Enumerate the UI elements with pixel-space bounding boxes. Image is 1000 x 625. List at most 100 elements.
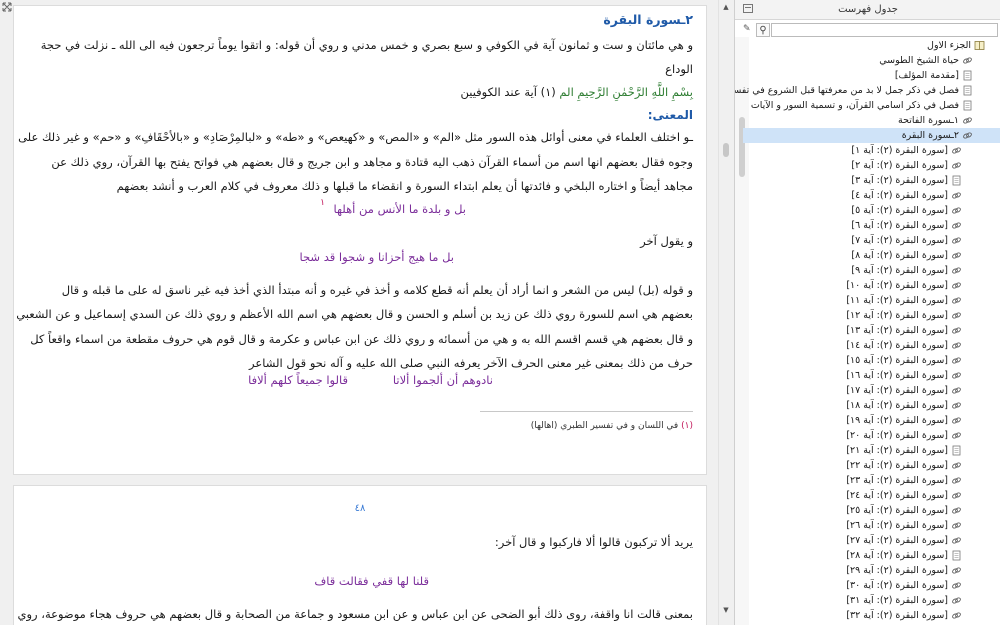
body-line: و قوله (بل) ليس من الشعر و انما أراد أن … (61, 283, 693, 297)
meaning-line: مجاهد أيضاً و اختاره البلخي و فائدتها أن… (116, 179, 693, 193)
toc-item[interactable]: [سورة البقرة (٢): آية ٢٣] (846, 473, 962, 488)
toc-item[interactable]: [سورة البقرة (٢): آية ٢٠] (846, 428, 962, 443)
reader-scrollbar[interactable]: ▲ ▼ (718, 0, 732, 625)
page-icon (951, 175, 962, 186)
link-icon (951, 400, 962, 411)
toc-item-label: [سورة البقرة (٢): آية ٣٢] (846, 610, 948, 621)
footnote-number: (١) (681, 421, 693, 431)
toc-item[interactable]: [سورة البقرة (٢): آية ١٨] (846, 398, 962, 413)
meaning-line: وجوه فقال بعضهم انها اسم من أسماء القرآن… (51, 155, 693, 169)
toc-item[interactable]: [سورة البقرة (٢): آية ١٤] (846, 338, 962, 353)
toc-item-label: ٢ـسورة البقرة (901, 130, 959, 141)
toc-item[interactable]: [سورة البقرة (٢): آية ٣١] (846, 593, 962, 608)
poem-verse: قلنا لها قفي فقالت قاف (314, 574, 429, 588)
link-icon (951, 580, 962, 591)
toc-item-label: [سورة البقرة (٢): آية ٩] (851, 265, 948, 276)
toc-item[interactable]: الجزء الاول (927, 38, 985, 53)
page-icon (962, 100, 973, 111)
basmala-verse: بِسْمِ اللَّهِ الرَّحْمٰنِ الرَّحِيمِ ال… (460, 85, 693, 99)
toc-item[interactable]: [سورة البقرة (٢): آية ٦] (851, 218, 962, 233)
toc-scroll-thumb[interactable] (739, 117, 745, 177)
toc-item-label: الجزء الاول (927, 40, 971, 51)
toc-item-label: [سورة البقرة (٢): آية ١٣] (846, 325, 948, 336)
toc-item[interactable]: [سورة البقرة (٢): آية ١] (851, 143, 962, 158)
toc-item[interactable]: [سورة البقرة (٢): آية ٢٥] (846, 503, 962, 518)
body-line: بعضهم هي اسم للسورة روي ذلك عن زيد بن أس… (16, 307, 693, 321)
toc-item-label: [سورة البقرة (٢): آية ٣١] (846, 595, 948, 606)
toc-item[interactable]: [سورة البقرة (٢): آية ١٢] (846, 308, 962, 323)
toc-item-label: [سورة البقرة (٢): آية ١٨] (846, 400, 948, 411)
page-number: ٤٨ (354, 503, 366, 514)
page-icon (962, 85, 973, 96)
toc-item[interactable]: [سورة البقرة (٢): آية ٣٢] (846, 608, 962, 623)
toc-item[interactable]: [سورة البقرة (٢): آية ١٠] (846, 278, 962, 293)
toc-item[interactable]: [سورة البقرة (٢): آية ١٦] (846, 368, 962, 383)
toc-item-label: [سورة البقرة (٢): آية ٢٨] (846, 550, 948, 561)
toc-item-label: [سورة البقرة (٢): آية ٢٦] (846, 520, 948, 531)
link-icon (951, 520, 962, 531)
toc-item-label: [سورة البقرة (٢): آية ٢] (851, 160, 948, 171)
toc-item[interactable]: [سورة البقرة (٢): آية ٢٨] (846, 548, 962, 563)
toc-item[interactable]: [سورة البقرة (٢): آية ١٩] (846, 413, 962, 428)
toc-header: جدول فهرست (735, 0, 1000, 20)
link-icon (951, 310, 962, 321)
link-icon (951, 250, 962, 261)
toc-item[interactable]: [سورة البقرة (٢): آية ٢] (851, 158, 962, 173)
scroll-thumb[interactable] (723, 143, 729, 157)
toc-item[interactable]: [سورة البقرة (٢): آية ٣٠] (846, 578, 962, 593)
toc-search-input[interactable] (771, 23, 998, 37)
footnote-marker[interactable]: ١ (320, 198, 325, 208)
toc-item[interactable]: [سورة البقرة (٢): آية ٥] (851, 203, 962, 218)
toc-item-label: فصل في ذكر جمل لا بد من معرفتها قبل الشر… (735, 85, 959, 96)
link-icon (962, 115, 973, 126)
toc-item[interactable]: [سورة البقرة (٢): آية ٤] (851, 188, 962, 203)
toc-scrollbar[interactable] (735, 37, 749, 625)
scroll-down-icon[interactable]: ▼ (721, 605, 731, 615)
link-icon (951, 160, 962, 171)
toc-item[interactable]: [سورة البقرة (٢): آية ٩] (851, 263, 962, 278)
toc-item[interactable]: [سورة البقرة (٢): آية ٣] (851, 173, 962, 188)
link-icon (951, 535, 962, 546)
toc-item[interactable]: [سورة البقرة (٢): آية ١٥] (846, 353, 962, 368)
toc-item[interactable]: [سورة البقرة (٢): آية ٧] (851, 233, 962, 248)
toc-item-label: [سورة البقرة (٢): آية ٦] (851, 220, 948, 231)
link-icon (951, 595, 962, 606)
toc-item[interactable]: [سورة البقرة (٢): آية ٢٤] (846, 488, 962, 503)
reader-area[interactable]: ٢ـسورة البقرة و هي مائتان و ست و ثمانون … (0, 0, 718, 625)
toc-item-label: [سورة البقرة (٢): آية ٢١] (846, 445, 948, 456)
toc-item-label: [سورة البقرة (٢): آية ٣] (851, 175, 948, 186)
toc-item[interactable]: [سورة البقرة (٢): آية ١٣] (846, 323, 962, 338)
toc-item[interactable]: [سورة البقرة (٢): آية ٨] (851, 248, 962, 263)
toc-item[interactable]: ١ـسورة الفاتحة (898, 113, 973, 128)
toc-item-label: فصل في ذكر اسامي القرآن، و تسمية السور و… (750, 100, 959, 111)
search-icon[interactable]: ⚲ (756, 23, 770, 37)
scroll-up-icon[interactable]: ▲ (721, 2, 731, 12)
toc-item[interactable]: [سورة البقرة (٢): آية ٢٩] (846, 563, 962, 578)
toc-item[interactable]: [مقدمة المؤلف] (895, 68, 973, 83)
toc-item[interactable]: [سورة البقرة (٢): آية ٢٢] (846, 458, 962, 473)
toc-item-label: [سورة البقرة (٢): آية ٥] (851, 205, 948, 216)
toc-item[interactable]: [سورة البقرة (٢): آية ١٧] (846, 383, 962, 398)
footnote: (١) في اللسان و في تفسير الطبري (اهالها) (531, 421, 693, 431)
search-options-icon[interactable]: ✎ (743, 24, 753, 36)
body-line: حرف من ذلك بمعنى غير معنى الحرف الآخر يع… (249, 356, 693, 370)
toc-item[interactable]: [سورة البقرة (٢): آية ١١] (846, 293, 962, 308)
toc-item[interactable]: [سورة البقرة (٢): آية ٢٦] (846, 518, 962, 533)
link-icon (951, 280, 962, 291)
footnote-text: في اللسان و في تفسير الطبري (اهالها) (530, 421, 679, 431)
link-icon (962, 55, 973, 66)
toc-item-label: [سورة البقرة (٢): آية ٢٢] (846, 460, 948, 471)
toc-item[interactable]: فصل في ذكر اسامي القرآن، و تسمية السور و… (751, 98, 973, 113)
link-icon (951, 205, 962, 216)
toc-item[interactable]: حياة الشيخ الطوسي (879, 53, 973, 68)
link-icon (951, 355, 962, 366)
toc-item[interactable]: فصل في ذكر جمل لا بد من معرفتها قبل الشر… (735, 83, 973, 98)
basmala-text: بِسْمِ اللَّهِ الرَّحْمٰنِ الرَّحِيمِ ال… (559, 85, 693, 99)
link-icon (951, 220, 962, 231)
toc-item[interactable]: [سورة البقرة (٢): آية ٢١] (846, 443, 962, 458)
toc-item-label: [سورة البقرة (٢): آية ٤] (851, 190, 948, 201)
toc-item[interactable]: [سورة البقرة (٢): آية ٢٧] (846, 533, 962, 548)
toc-item[interactable]: ٢ـسورة البقرة (743, 128, 1000, 143)
resize-icon[interactable] (2, 2, 12, 12)
poem-hemistich-left: قالوا جميعاً كلهم ألافا (248, 373, 348, 387)
